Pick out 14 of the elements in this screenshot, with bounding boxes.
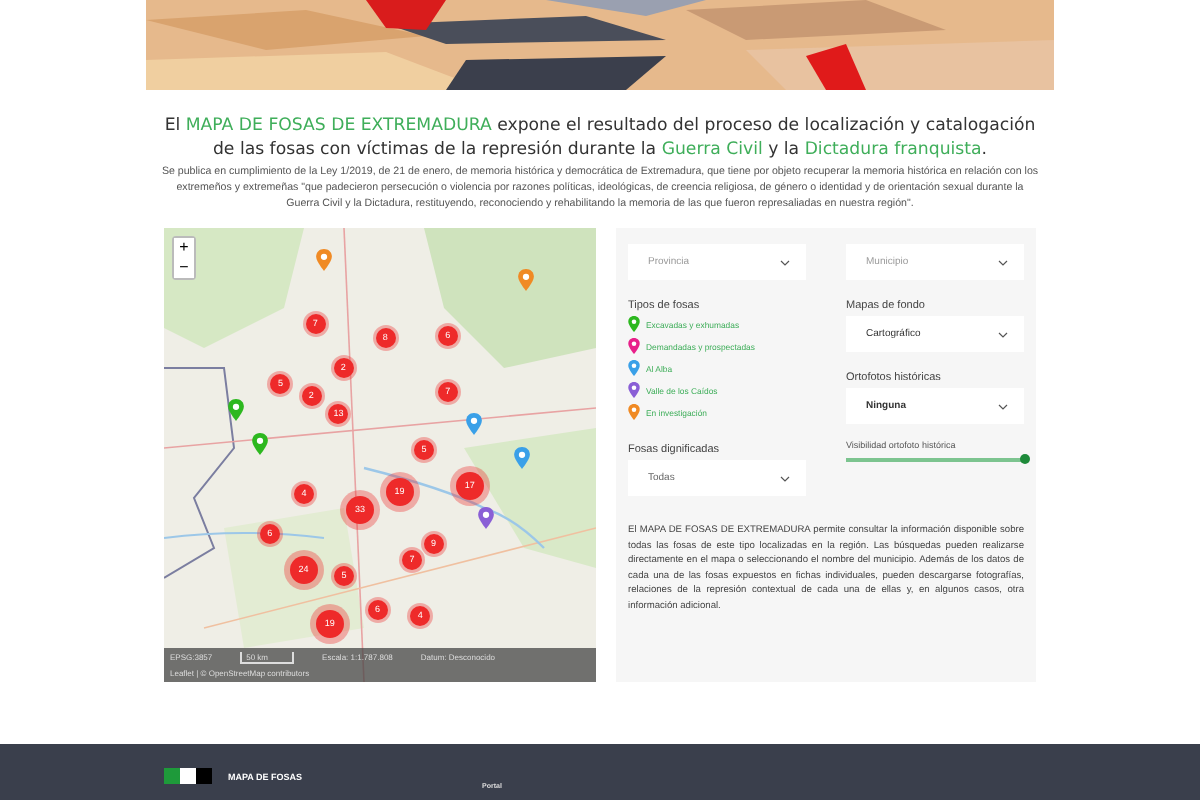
chevron-down-icon bbox=[780, 259, 790, 265]
intro-heading: El MAPA DE FOSAS DE EXTREMADURA expone el resultado del proceso de localización y catalogación de las fosas con víctimas de la represión durante la Guerra Civil y la Dictadura franquista. bbox=[162, 114, 1038, 162]
map-pin-icon[interactable] bbox=[517, 269, 534, 292]
flag-logo-icon bbox=[164, 768, 212, 784]
map-pin-icon[interactable] bbox=[315, 248, 332, 271]
map-pin-icon[interactable] bbox=[251, 432, 268, 455]
chevron-down-icon bbox=[998, 331, 1008, 337]
map-pin-icon[interactable] bbox=[477, 507, 494, 530]
map-pin-icon[interactable] bbox=[514, 447, 531, 470]
map-pin-icon[interactable] bbox=[227, 399, 244, 422]
chevron-down-icon bbox=[998, 259, 1008, 265]
chevron-down-icon bbox=[998, 403, 1008, 409]
map-pin-icon[interactable] bbox=[466, 413, 483, 436]
chevron-down-icon bbox=[780, 475, 790, 481]
